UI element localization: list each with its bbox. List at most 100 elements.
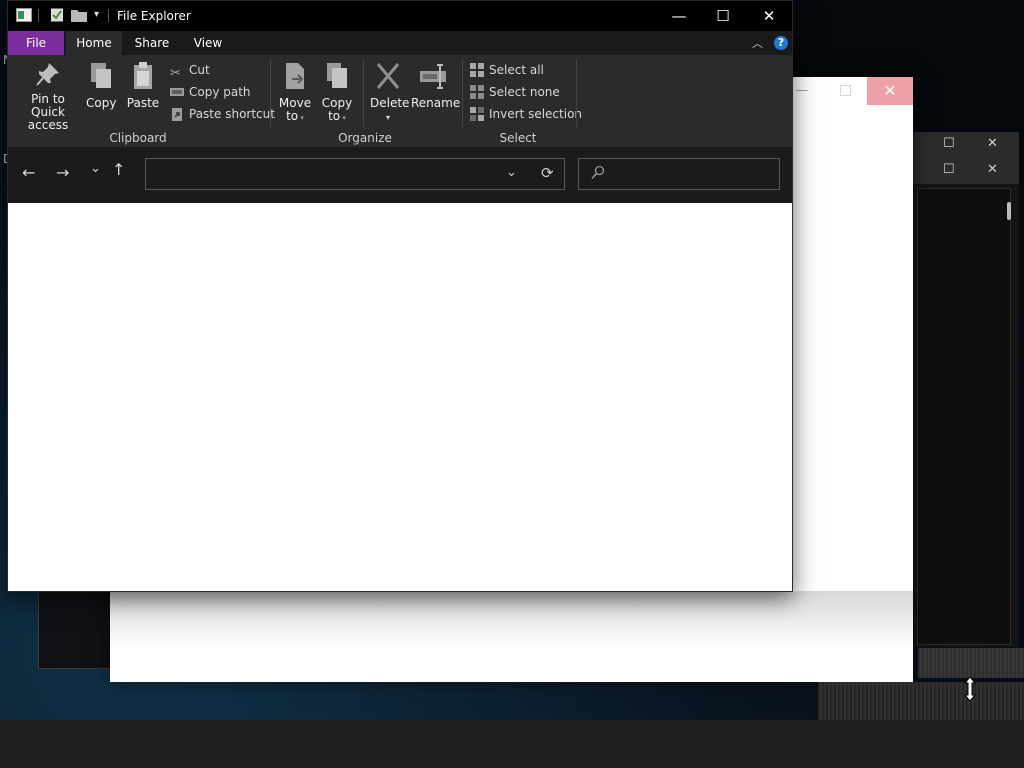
search-input[interactable] [609, 164, 773, 186]
close-button[interactable]: ✕ [746, 1, 792, 31]
paste-shortcut-label: Paste shortcut [189, 107, 275, 121]
properties-icon[interactable] [50, 8, 64, 22]
navigation-bar: ← → ⌄ ↑ ⌄ ⟳ [8, 147, 792, 203]
background-window-titlebar: ☐ ✕ [911, 158, 1019, 184]
help-icon[interactable]: ? [774, 36, 788, 50]
paste-shortcut-icon [172, 108, 182, 121]
maximize-icon[interactable]: ☐ [943, 162, 955, 177]
recent-locations-button[interactable]: ⌄ [90, 161, 101, 176]
paste-label: Paste [126, 96, 160, 110]
paste-icon [134, 62, 152, 89]
delete-label: Delete [370, 96, 410, 110]
taskbar [0, 720, 1024, 768]
rename-label: Rename [411, 96, 461, 110]
select-none-icon [470, 85, 484, 99]
copy-button[interactable]: Copy [86, 61, 116, 110]
explorer-app-icon[interactable] [16, 8, 32, 22]
tab-view[interactable]: View [182, 31, 234, 55]
move-to-label-line1: Move [278, 96, 312, 110]
pin-to-quick-access-button[interactable]: Pin to Quick access [14, 61, 82, 132]
minimize-button[interactable]: — [656, 1, 702, 31]
maximize-icon[interactable] [840, 85, 851, 96]
rename-button[interactable]: Rename [411, 61, 460, 110]
background-window-dark [38, 590, 120, 669]
delete-button[interactable]: Delete ▾ [370, 61, 410, 124]
scrollbar-thumb[interactable] [1007, 202, 1011, 220]
refresh-icon[interactable]: ⟳ [541, 164, 554, 182]
copy-icon [91, 63, 111, 88]
cut-label: Cut [189, 63, 210, 77]
invert-selection-label: Invert selection [489, 107, 583, 121]
close-icon[interactable]: ✕ [867, 77, 913, 105]
pin-label-line1: Pin to Quick [31, 92, 65, 119]
window-shadow [110, 591, 913, 681]
ribbon-home: Pin to Quick access Copy Paste ✂ Cut Copy… [8, 55, 792, 147]
tab-share[interactable]: Share [126, 31, 178, 55]
copy-label: Copy [86, 96, 117, 110]
background-window-content [917, 188, 1011, 645]
group-divider [576, 59, 577, 127]
copy-to-label-line2: to [328, 109, 341, 123]
maximize-button[interactable]: ☐ [700, 1, 746, 31]
delete-icon [376, 63, 400, 89]
invert-selection-button[interactable]: Invert selection [470, 104, 582, 124]
copy-to-button[interactable]: Copy to ▾ [320, 61, 354, 125]
select-none-label: Select none [489, 85, 560, 99]
background-window-right: ☐ ✕ ☐ ✕ [910, 132, 1019, 647]
select-all-label: Select all [489, 63, 544, 77]
group-label-clipboard: Clipboard [109, 131, 167, 145]
file-explorer-window: ▾ File Explorer — ☐ ✕ File Home Share Vi… [7, 0, 793, 592]
move-to-button[interactable]: Move to ▾ [278, 61, 312, 125]
pin-icon [36, 63, 59, 86]
paste-shortcut-button[interactable]: Paste shortcut [170, 104, 275, 124]
group-divider [462, 59, 463, 127]
copy-to-icon [327, 63, 347, 88]
group-divider [270, 59, 271, 127]
search-icon [591, 165, 605, 180]
minimize-icon[interactable]: — [796, 83, 808, 97]
select-none-button[interactable]: Select none [470, 82, 560, 102]
title-bar[interactable]: ▾ File Explorer — ☐ ✕ [8, 1, 792, 31]
collapse-ribbon-icon[interactable]: ︿ [752, 35, 763, 51]
copy-path-icon [170, 88, 184, 96]
divider [38, 9, 39, 22]
close-icon[interactable]: ✕ [987, 162, 998, 177]
scissors-icon: ✂ [170, 66, 181, 81]
pin-label-line2: access [27, 118, 69, 132]
group-label-select: Select [499, 131, 537, 145]
new-folder-icon[interactable] [71, 8, 87, 22]
file-list-area[interactable] [8, 203, 792, 591]
maximize-icon[interactable]: ☐ [943, 136, 955, 151]
select-all-icon [470, 63, 484, 77]
cut-button[interactable]: ✂ Cut [170, 60, 210, 81]
paste-button[interactable]: Paste [126, 61, 160, 110]
ribbon-tabs: File Home Share View ︿ ? [8, 31, 792, 55]
background-window-edge [818, 682, 1024, 720]
search-box[interactable] [578, 158, 780, 190]
rename-icon [420, 64, 446, 89]
window-title: File Explorer [117, 9, 191, 23]
select-all-button[interactable]: Select all [470, 60, 544, 80]
address-bar[interactable]: ⌄ ⟳ [145, 158, 565, 190]
move-to-label-line2: to [286, 109, 299, 123]
copy-path-label: Copy path [189, 85, 251, 99]
move-to-icon [286, 63, 304, 89]
background-window-edge [918, 648, 1024, 678]
up-button[interactable]: ↑ [112, 160, 125, 179]
copy-path-button[interactable]: Copy path [170, 82, 251, 102]
chevron-down-icon[interactable]: ⌄ [506, 165, 517, 180]
tab-file[interactable]: File [8, 31, 64, 55]
group-divider [363, 59, 364, 127]
background-window-titlebar: ☐ ✕ [911, 132, 1019, 158]
divider [108, 9, 109, 22]
chevron-down-icon: ▾ [385, 113, 390, 122]
invert-selection-icon [470, 107, 484, 121]
copy-to-label-line1: Copy [321, 96, 353, 110]
resize-cursor-icon [963, 676, 977, 702]
tab-home[interactable]: Home [66, 31, 122, 55]
back-button[interactable]: ← [22, 163, 35, 182]
forward-button[interactable]: → [56, 163, 69, 182]
customize-qat-icon[interactable]: ▾ [94, 9, 99, 20]
group-label-organize: Organize [338, 131, 392, 145]
close-icon[interactable]: ✕ [987, 136, 998, 151]
